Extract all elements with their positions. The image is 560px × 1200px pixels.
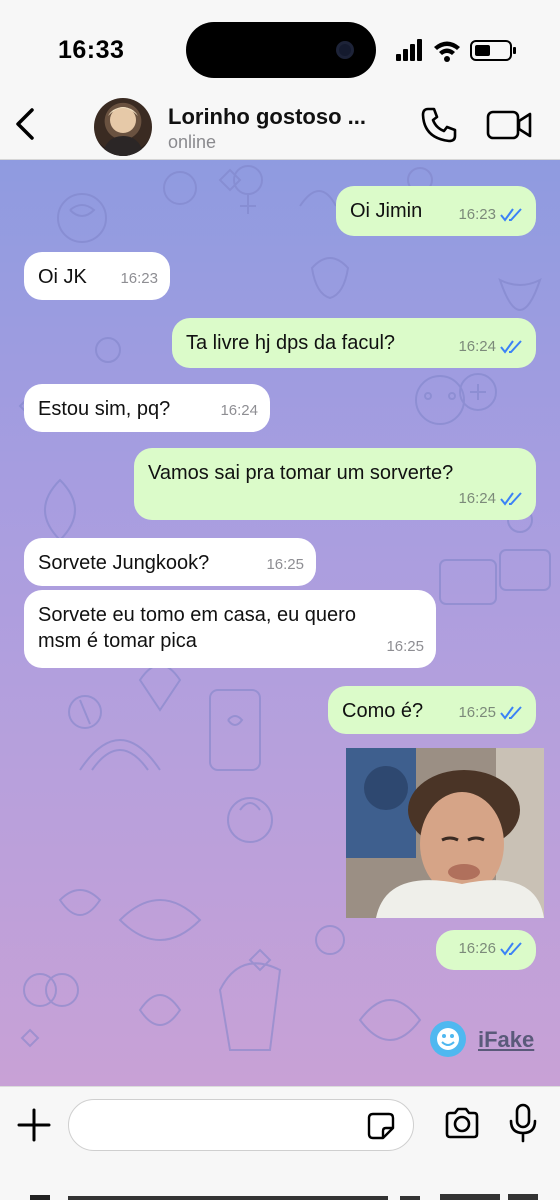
keyboard-peek: [30, 1194, 538, 1200]
incoming-message[interactable]: Sorvete Jungkook? 16:25: [24, 538, 316, 586]
message-text: Vamos sai pra tomar um sorverte?: [148, 462, 454, 484]
incoming-message[interactable]: Oi JK 16:23: [24, 252, 170, 300]
message-time: 16:25: [458, 704, 496, 721]
status-time: 16:33: [58, 36, 125, 64]
message-time: 16:25: [266, 556, 304, 573]
message-input[interactable]: [68, 1099, 414, 1151]
sticker-icon[interactable]: [367, 1112, 395, 1140]
ifake-label: iFake: [478, 1027, 535, 1052]
outgoing-message[interactable]: 16:26: [436, 930, 536, 970]
message-meta: 16:23: [120, 266, 158, 292]
contact-status: online: [168, 132, 217, 152]
video-call-icon[interactable]: [486, 108, 532, 142]
message-text: Ta livre hj dps da facul?: [186, 332, 396, 354]
read-double-check-icon: [500, 340, 522, 354]
read-double-check-icon: [500, 706, 522, 720]
plus-icon[interactable]: [16, 1107, 52, 1143]
status-icons: [396, 39, 516, 62]
message-text-line: msm é tomar pica: [38, 630, 197, 652]
message-text: Estou sim, pq?: [38, 398, 171, 420]
message-time: 16:25: [386, 638, 424, 655]
message-time: 16:24: [220, 402, 258, 419]
message-time: 16:24: [458, 490, 496, 507]
chat-header: Lorinho gostoso ... online: [0, 92, 560, 160]
battery-icon: [470, 40, 516, 61]
message-meta: 16:24: [458, 486, 524, 512]
avatar[interactable]: [94, 98, 152, 156]
wifi-icon: [434, 41, 460, 62]
message-text: Oi JK: [38, 266, 87, 288]
incoming-message[interactable]: Sorvete eu tomo em casa, eu quero msm é …: [24, 590, 436, 668]
status-bar: 16:33: [0, 0, 560, 92]
front-camera-icon: [336, 41, 354, 59]
contact-name[interactable]: Lorinho gostoso ...: [168, 104, 366, 130]
message-time: 16:24: [458, 338, 496, 355]
outgoing-message[interactable]: Vamos sai pra tomar um sorverte? 16:24: [134, 448, 536, 520]
message-time: 16:23: [458, 206, 496, 223]
camera-icon[interactable]: [444, 1107, 480, 1139]
phone-call-icon[interactable]: [420, 106, 458, 144]
incoming-message[interactable]: Estou sim, pq? 16:24: [24, 384, 270, 432]
message-input-bar: [0, 1086, 560, 1200]
message-time: 16:26: [458, 940, 496, 957]
outgoing-message[interactable]: Ta livre hj dps da facul? 16:24: [172, 318, 536, 368]
photo-message[interactable]: [346, 748, 544, 918]
message-text: Oi Jimin: [350, 200, 423, 222]
message-meta: 16:23: [458, 202, 524, 228]
back-chevron-icon[interactable]: [12, 106, 42, 142]
ifake-logo-icon: [430, 1021, 466, 1057]
message-meta: 16:24: [220, 398, 258, 424]
message-meta: 16:25: [458, 700, 524, 726]
photo-image: [346, 748, 544, 918]
message-text: Como é?: [342, 700, 424, 722]
message-meta: 16:24: [458, 334, 524, 360]
chat-area[interactable]: Oi Jimin 16:23 Oi JK 16:23 Ta livre hj d…: [0, 160, 560, 1086]
message-time: 16:23: [120, 270, 158, 287]
read-double-check-icon: [500, 492, 522, 506]
outgoing-message[interactable]: Como é? 16:25: [328, 686, 536, 734]
message-text: Sorvete eu tomo em casa, eu quero msm é …: [38, 602, 356, 654]
message-meta: 16:25: [266, 552, 304, 578]
read-double-check-icon: [500, 942, 522, 956]
ifake-watermark: iFake: [430, 1020, 540, 1060]
dynamic-island: [186, 22, 376, 78]
read-double-check-icon: [500, 208, 522, 222]
message-text: Sorvete Jungkook?: [38, 552, 210, 574]
microphone-icon[interactable]: [508, 1103, 538, 1143]
outgoing-message[interactable]: Oi Jimin 16:23: [336, 186, 536, 236]
message-text-line: Sorvete eu tomo em casa, eu quero: [38, 604, 356, 626]
signal-icon: [396, 39, 422, 61]
message-meta: 16:26: [458, 936, 524, 962]
message-meta: 16:25: [386, 634, 424, 660]
